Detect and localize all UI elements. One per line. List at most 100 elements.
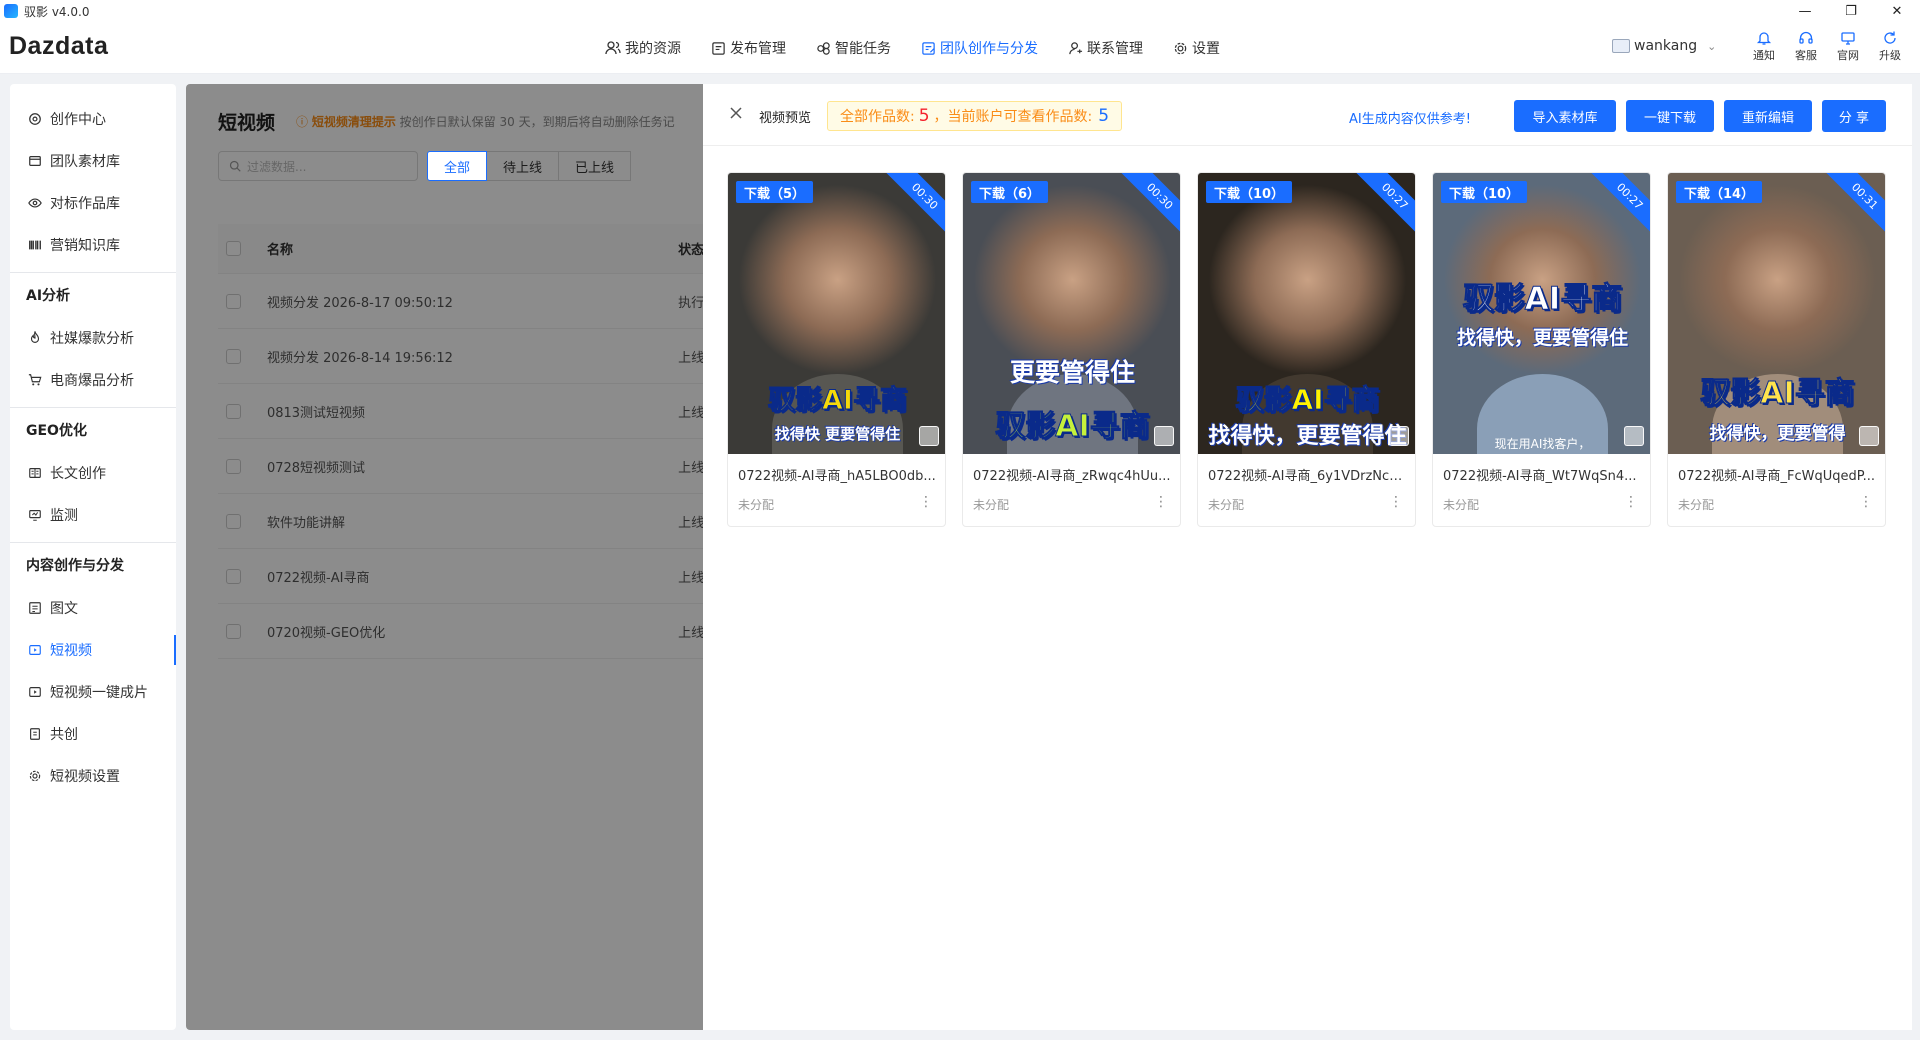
sidebar-item-one-click-video[interactable]: 短视频一键成片 bbox=[10, 671, 176, 713]
window-titlebar: 驭影 v4.0.0 — ❐ ✕ bbox=[0, 0, 1920, 22]
assign-status: 未分配 bbox=[1443, 498, 1480, 512]
drawer-title: 视频预览 bbox=[759, 111, 812, 126]
download-count-tag[interactable]: 下载（14） bbox=[1676, 181, 1763, 203]
thumbnail-caption-main: 驭影AI寻商 bbox=[1235, 383, 1380, 417]
avatar bbox=[1612, 39, 1630, 53]
cart-icon bbox=[28, 374, 42, 386]
refresh-icon bbox=[1884, 31, 1896, 44]
select-checkbox[interactable] bbox=[919, 426, 939, 446]
upgrade-button[interactable]: 升级 bbox=[1869, 30, 1911, 63]
minimize-button[interactable]: — bbox=[1782, 0, 1828, 22]
sidebar-item-monitor[interactable]: 监测 bbox=[10, 494, 176, 536]
select-checkbox[interactable] bbox=[1389, 426, 1409, 446]
website-label: 官网 bbox=[1837, 49, 1859, 62]
notifications-button[interactable]: 通知 bbox=[1743, 30, 1785, 63]
total-count-label: 全部作品数: bbox=[840, 109, 915, 125]
sidebar-group-content: 内容创作与分发 bbox=[26, 558, 124, 574]
support-button[interactable]: 客服 bbox=[1785, 30, 1827, 63]
download-count-tag[interactable]: 下载（6） bbox=[971, 181, 1049, 203]
nav-label: 我的资源 bbox=[625, 41, 681, 57]
select-checkbox[interactable] bbox=[1859, 426, 1879, 446]
sidebar-item-video-settings[interactable]: 短视频设置 bbox=[10, 755, 176, 797]
sidebar-item-label: 社媒爆款分析 bbox=[50, 331, 134, 347]
window-controls: — ❐ ✕ bbox=[1782, 0, 1920, 22]
ai-disclaimer: AI生成内容仅供参考! bbox=[1349, 112, 1471, 127]
download-count-tag[interactable]: 下载（5） bbox=[736, 181, 814, 203]
website-button[interactable]: 官网 bbox=[1827, 30, 1869, 63]
sidebar-item-label: 创作中心 bbox=[50, 112, 106, 128]
select-checkbox[interactable] bbox=[1624, 426, 1644, 446]
publish-icon bbox=[712, 41, 725, 55]
re-edit-button[interactable]: 重新编辑 bbox=[1724, 100, 1812, 132]
video-preview-drawer: 视频预览 全部作品数: 5 ，当前账户可查看作品数: 5 AI生成内容仅供参考!… bbox=[703, 84, 1912, 1030]
nav-publish-management[interactable]: 发布管理 bbox=[696, 22, 801, 74]
header-actions: 通知 客服 官网 升级 bbox=[1743, 30, 1911, 63]
sidebar-item-short-video[interactable]: 短视频 bbox=[10, 629, 176, 671]
team-create-icon bbox=[922, 41, 935, 55]
sidebar-item-ecommerce-hits[interactable]: 电商爆品分析 bbox=[10, 359, 176, 401]
download-count-tag[interactable]: 下载（10） bbox=[1206, 181, 1293, 203]
sidebar-item-knowledge-base[interactable]: 营销知识库 bbox=[10, 224, 176, 266]
more-options-icon[interactable]: ⋮ bbox=[1389, 494, 1403, 510]
tab-all[interactable]: 全部 bbox=[427, 151, 488, 181]
more-options-icon[interactable]: ⋮ bbox=[919, 494, 933, 510]
nav-smart-tasks[interactable]: 智能任务 bbox=[801, 22, 906, 74]
close-window-button[interactable]: ✕ bbox=[1874, 0, 1920, 22]
sidebar-item-creation-center[interactable]: 创作中心 bbox=[10, 98, 176, 140]
restore-button[interactable]: ❐ bbox=[1828, 0, 1874, 22]
video-thumbnail[interactable]: 下载（14） 00:31 驭影AI寻商 找得快，更要管得 bbox=[1668, 173, 1885, 454]
download-count-tag[interactable]: 下载（10） bbox=[1441, 181, 1528, 203]
video-thumbnail[interactable]: 下载（10） 00:27 驭影AI寻商 找得快，更要管得住 现在用AI找客户， bbox=[1433, 173, 1650, 454]
video-name: 0722视频-AI寻商_FcWqUqedP... bbox=[1678, 469, 1875, 484]
import-library-button[interactable]: 导入素材库 bbox=[1514, 100, 1616, 132]
thumbnail-caption-sub: 找得快，更要管得 bbox=[1709, 424, 1846, 444]
sidebar-group-geo: GEO优化 bbox=[26, 423, 87, 439]
video-thumbnail[interactable]: 下载（6） 00:30 更要管得住 驭影AI寻商 bbox=[963, 173, 1180, 454]
nav-my-resources[interactable]: 我的资源 bbox=[590, 22, 696, 74]
video-name: 0722视频-AI寻商_hA5LBO0db... bbox=[738, 469, 936, 484]
more-options-icon[interactable]: ⋮ bbox=[1624, 494, 1638, 510]
thumbnail-caption-main: 驭影AI寻商 bbox=[995, 409, 1150, 445]
video-thumbnail[interactable]: 下载（5） 00:30 驭影AI寻商 找得快 更要管得住 bbox=[728, 173, 945, 454]
sidebar-item-team-library[interactable]: 团队素材库 bbox=[10, 140, 176, 182]
sidebar-item-long-article[interactable]: 长文创作 bbox=[10, 452, 176, 494]
modal-mask[interactable] bbox=[186, 84, 708, 1030]
flame-icon bbox=[30, 331, 40, 343]
video-card[interactable]: 下载（14） 00:31 驭影AI寻商 找得快，更要管得 0722视频-AI寻商… bbox=[1667, 172, 1886, 527]
close-icon[interactable] bbox=[729, 106, 743, 120]
nav-team-creation[interactable]: 团队创作与分发 bbox=[906, 22, 1053, 74]
more-options-icon[interactable]: ⋮ bbox=[1859, 494, 1873, 510]
thumbnail-caption-sub: 找得快 更要管得住 bbox=[774, 425, 901, 443]
sidebar-item-image-text[interactable]: 图文 bbox=[10, 587, 176, 629]
download-all-button[interactable]: 一键下载 bbox=[1626, 100, 1714, 132]
sidebar-item-co-create[interactable]: 共创 bbox=[10, 713, 176, 755]
nav-settings[interactable]: 设置 bbox=[1158, 22, 1235, 74]
book-icon bbox=[29, 468, 41, 478]
nav-contact-management[interactable]: 联系管理 bbox=[1053, 22, 1158, 74]
video-thumbnail[interactable]: 下载（10） 00:27 驭影AI寻商 找得快，更要管得住 bbox=[1198, 173, 1415, 454]
more-options-icon[interactable]: ⋮ bbox=[1154, 494, 1168, 510]
nav-label: 发布管理 bbox=[730, 41, 786, 57]
website-icon bbox=[1841, 32, 1855, 45]
upgrade-label: 升级 bbox=[1879, 49, 1901, 62]
video-card[interactable]: 下载（10） 00:27 驭影AI寻商 找得快，更要管得住 0722视频-AI寻… bbox=[1197, 172, 1416, 527]
bell-icon bbox=[1756, 32, 1772, 45]
thumbnail-caption-sub: 找得快，更要管得住 bbox=[1456, 327, 1628, 349]
video-card[interactable]: 下载（5） 00:30 驭影AI寻商 找得快 更要管得住 0722视频-AI寻商… bbox=[727, 172, 946, 527]
sidebar-item-social-hits[interactable]: 社媒爆款分析 bbox=[10, 317, 176, 359]
sidebar-group-ai-analysis: AI分析 bbox=[26, 288, 71, 304]
sidebar-item-label: 电商爆品分析 bbox=[50, 373, 134, 389]
assign-status: 未分配 bbox=[973, 498, 1010, 512]
gear-icon bbox=[1174, 42, 1187, 54]
share-button[interactable]: 分 享 bbox=[1822, 100, 1886, 132]
user-menu[interactable]: wankang ⌄ bbox=[1612, 38, 1716, 54]
select-checkbox[interactable] bbox=[1154, 426, 1174, 446]
assign-status: 未分配 bbox=[1678, 498, 1715, 512]
sidebar: 创作中心 团队素材库 对标作品库 营销知识库 AI分析 社媒爆款分析 电商爆品分… bbox=[10, 84, 176, 1030]
sidebar-item-benchmark-library[interactable]: 对标作品库 bbox=[10, 182, 176, 224]
notifications-label: 通知 bbox=[1753, 49, 1775, 62]
work-count-box: 全部作品数: 5 ，当前账户可查看作品数: 5 bbox=[827, 101, 1123, 131]
video-card[interactable]: 下载（6） 00:30 更要管得住 驭影AI寻商 0722视频-AI寻商_zRw… bbox=[962, 172, 1181, 527]
eye-icon bbox=[28, 198, 42, 208]
video-card[interactable]: 下载（10） 00:27 驭影AI寻商 找得快，更要管得住 现在用AI找客户， … bbox=[1432, 172, 1651, 527]
